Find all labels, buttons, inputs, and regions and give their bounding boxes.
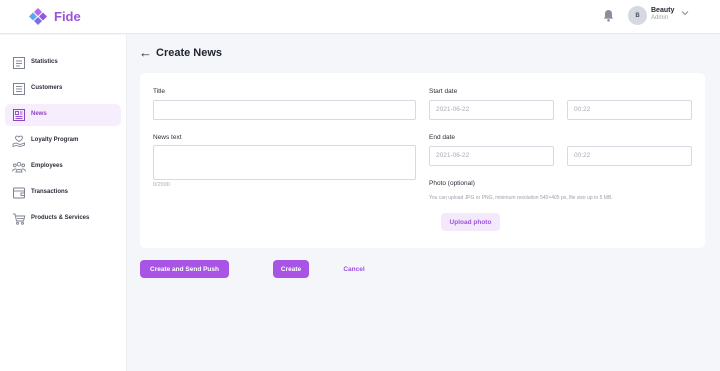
start-date-label: Start date [429,88,458,95]
avatar[interactable]: B [628,6,647,25]
customers-icon [13,83,25,95]
sidebar-item-label: Statistics [31,59,58,65]
app-name: Fide [54,9,81,24]
statistics-icon [13,57,25,69]
news-text-label: News text [153,134,182,141]
title-label: Title [153,88,166,95]
sidebar-item-employees[interactable]: Employees [5,156,121,178]
sidebar-item-products-services[interactable]: Products & Services [5,208,121,230]
sidebar: Statistics Customers News Loyalty Progra… [0,35,127,371]
sidebar-item-news[interactable]: News [5,104,121,126]
cart-icon [13,213,26,225]
photo-label: Photo (optional) [429,180,475,187]
sidebar-item-loyalty-program[interactable]: Loyalty Program [5,130,121,152]
sidebar-item-label: Employees [31,163,63,169]
sidebar-item-label: Products & Services [31,215,90,221]
sidebar-item-label: Transactions [31,189,69,195]
page-header: ← Create News [139,46,222,59]
user-role: Admin [651,15,669,21]
start-date-input[interactable]: 2021-06-22 [429,100,554,120]
sidebar-item-customers[interactable]: Customers [5,78,121,100]
page-title: Create News [156,46,223,59]
chevron-down-icon[interactable] [681,10,689,16]
cancel-button[interactable]: Cancel [336,260,372,278]
upload-photo-button[interactable]: Upload photo [441,213,500,231]
news-text-counter: 0/2000 [153,182,170,188]
news-text-input[interactable] [153,145,416,180]
sidebar-item-label: Customers [31,85,63,91]
end-time-input[interactable]: 00:22 [567,146,692,166]
news-icon [13,109,25,121]
top-bar: Fide B Beauty Admin [0,0,720,34]
sidebar-item-transactions[interactable]: Transactions [5,182,121,204]
title-input[interactable] [153,100,416,120]
bell-icon[interactable] [603,9,614,22]
end-date-input[interactable]: 2021-06-22 [429,146,554,166]
create-button[interactable]: Create [273,260,309,278]
employees-icon [12,161,26,173]
transactions-icon [13,187,25,199]
start-time-input[interactable]: 00:22 [567,100,692,120]
sidebar-item-label: Loyalty Program [31,137,79,143]
end-date-label: End date [429,134,456,141]
back-arrow-icon[interactable]: ← [139,46,152,59]
loyalty-icon [12,135,25,148]
fide-logo-icon [29,8,47,25]
user-name[interactable]: Beauty [651,7,674,14]
photo-hint: You can upload JPG or PNG, minimum resol… [429,195,613,201]
sidebar-item-statistics[interactable]: Statistics [5,52,121,74]
create-and-send-push-button[interactable]: Create and Send Push [140,260,229,278]
logo[interactable]: Fide [29,8,81,25]
sidebar-item-label: News [31,111,47,117]
